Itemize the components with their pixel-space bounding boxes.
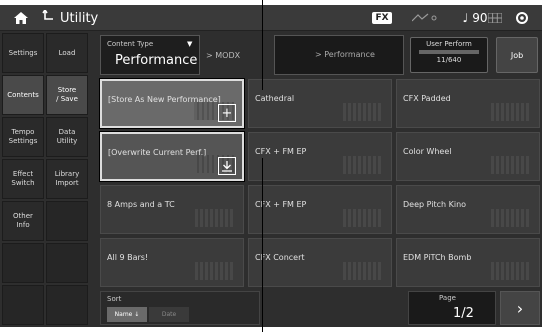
tab-empty — [46, 201, 88, 241]
tab-load[interactable]: Load — [46, 33, 88, 73]
wave-icon — [405, 5, 445, 31]
left-tab-column-1: Settings Contents Tempo Settings Effect … — [2, 33, 44, 325]
top-bar: Utility FX ♩ 90 — [0, 5, 542, 31]
store-new-performance-button[interactable]: [Store As New Performance] + — [100, 79, 244, 128]
performance-item[interactable]: CFX Padded — [396, 79, 540, 128]
keyboard-thumb — [491, 156, 531, 174]
performance-item[interactable]: CFX Concert — [248, 238, 392, 287]
left-tab-column-2: Load Store / Save Data Utility Library I… — [46, 33, 88, 325]
content-type-row: Content Type ▼ Performance > MODX > Perf… — [100, 35, 540, 75]
performance-item[interactable]: 8 Amps and a TC — [100, 185, 244, 234]
performance-item[interactable]: EDM PiTCh Bomb — [396, 238, 540, 287]
user-perform-bar — [419, 50, 479, 54]
home-icon[interactable] — [6, 5, 36, 31]
job-button[interactable]: Job — [496, 37, 538, 73]
destination-label: > Performance — [315, 50, 375, 59]
keyboard-thumb — [343, 209, 383, 227]
sort-label: Sort — [107, 295, 122, 303]
content-type-value: Performance — [115, 53, 198, 68]
keyboard-thumb — [195, 262, 235, 280]
display-screen: Utility FX ♩ 90 Settings Contents Tempo … — [0, 5, 542, 327]
user-perform-counter: User Perform 11/640 — [410, 37, 488, 73]
gear-icon[interactable] — [508, 5, 536, 31]
tab-settings[interactable]: Settings — [2, 33, 44, 73]
tab-other-info[interactable]: Other Info — [2, 201, 44, 241]
tab-contents[interactable]: Contents — [2, 75, 44, 115]
note-icon: ♩ — [462, 11, 469, 25]
tab-empty — [2, 285, 44, 325]
performance-item[interactable]: Deep Pitch Kino — [396, 185, 540, 234]
page-value: 1/2 — [453, 306, 474, 321]
performance-item[interactable]: CFX + FM EP — [248, 185, 392, 234]
next-page-button[interactable]: › — [500, 291, 540, 325]
destination-value: Performance — [324, 50, 375, 59]
fx-indicator[interactable]: FX — [368, 5, 396, 31]
tab-empty — [2, 243, 44, 283]
performance-item[interactable]: Cathedral — [248, 79, 392, 128]
keyboard-thumb — [491, 103, 531, 121]
dropdown-caret-icon: ▼ — [187, 40, 193, 48]
tab-effect-switch[interactable]: Effect Switch — [2, 159, 44, 199]
grid-icon[interactable] — [478, 5, 512, 31]
page-indicator: Page 1/2 — [408, 291, 496, 325]
keyboard-thumb — [195, 209, 235, 227]
keyboard-thumb — [343, 103, 383, 121]
sort-name-button[interactable]: Name ↓ — [107, 307, 147, 322]
tab-library-import[interactable]: Library Import — [46, 159, 88, 199]
keyboard-thumb — [343, 156, 383, 174]
page-label: Page — [439, 294, 456, 302]
callout-line-bottom — [262, 158, 263, 332]
chevron-right-icon: › — [516, 298, 524, 318]
sort-date-button[interactable]: Date — [149, 307, 189, 322]
user-perform-label: User Perform — [426, 40, 472, 48]
plus-icon: + — [218, 104, 236, 122]
download-arrow-icon — [218, 157, 236, 175]
content-type-label: Content Type — [107, 40, 154, 48]
sort-bar: Sort Name ↓ Date — [100, 291, 260, 325]
destination-path: > Performance — [274, 35, 404, 75]
performance-list: [Store As New Performance] + Cathedral C… — [100, 79, 540, 287]
callout-line-top — [262, 0, 263, 90]
keyboard-thumb — [343, 262, 383, 280]
utility-arrow-icon — [42, 8, 54, 26]
source-label: MODX — [215, 50, 241, 60]
performance-item[interactable]: All 9 Bars! — [100, 238, 244, 287]
tab-empty — [46, 285, 88, 325]
keyboard-thumb — [491, 209, 531, 227]
chevron-right-icon: > — [206, 50, 216, 60]
utility-title: Utility — [42, 5, 152, 31]
content-type-selector[interactable]: Content Type ▼ Performance — [100, 35, 200, 75]
performance-item[interactable]: CFX + FM EP — [248, 132, 392, 181]
tab-data-utility[interactable]: Data Utility — [46, 117, 88, 157]
overwrite-current-perf-button[interactable]: [Overwrite Current Perf.] — [100, 132, 244, 181]
fx-label: FX — [372, 12, 392, 24]
tab-empty — [46, 243, 88, 283]
performance-item[interactable]: Color Wheel — [396, 132, 540, 181]
page-title: Utility — [60, 10, 99, 26]
keyboard-thumb — [491, 262, 531, 280]
user-perform-count: 11/640 — [436, 56, 462, 64]
tab-tempo-settings[interactable]: Tempo Settings — [2, 117, 44, 157]
source-path: > MODX — [206, 35, 240, 75]
tab-store-save[interactable]: Store / Save — [46, 75, 88, 115]
